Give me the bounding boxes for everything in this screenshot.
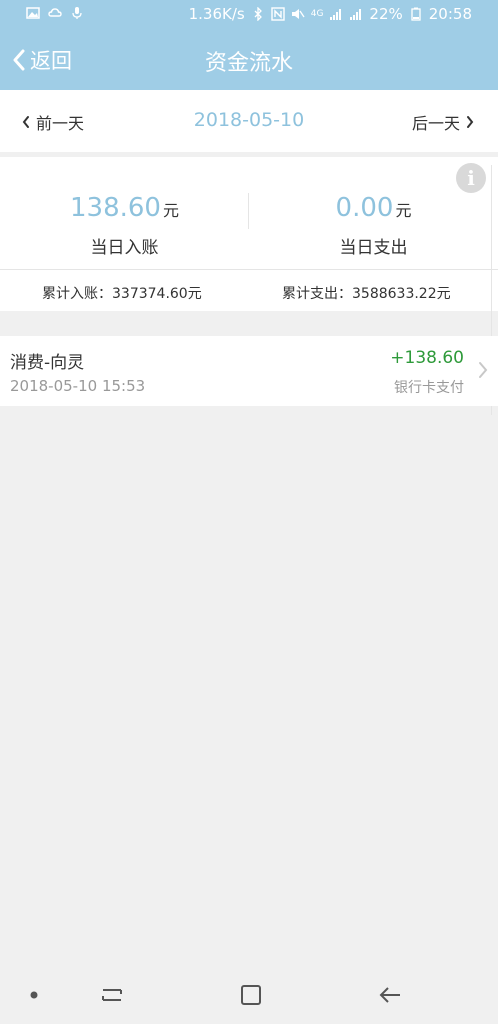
cloud-icon: [48, 8, 62, 17]
back-icon[interactable]: [376, 980, 406, 1010]
expense-label: 当日支出: [339, 238, 408, 258]
income-unit: 元: [162, 201, 179, 220]
signal-icon: [330, 9, 342, 20]
mic-off-icon: [72, 7, 82, 19]
income-label: 当日入账: [90, 238, 159, 258]
total-expense: 累计支出：3588633.22元: [282, 286, 451, 302]
expense-column: 0.00 元 当日支出: [249, 193, 498, 258]
title-bar: 返回 资金流水: [0, 30, 498, 90]
system-nav-bar: [0, 964, 498, 1024]
battery-percent: 22%: [369, 5, 403, 23]
network-type: 4G: [310, 9, 324, 19]
info-icon[interactable]: i: [456, 163, 486, 193]
net-speed: 1.36K/s: [188, 5, 245, 23]
chevron-right-icon: [479, 362, 488, 378]
income-column: 138.60 元 当日入账: [0, 193, 249, 258]
clock: 20:58: [428, 5, 472, 23]
mute-icon: [291, 9, 305, 19]
record-amount: +138.60: [390, 348, 464, 368]
home-icon[interactable]: [236, 980, 266, 1010]
expense-unit: 元: [395, 201, 412, 220]
summary-divider: [0, 269, 498, 270]
record-method: 银行卡支付: [394, 380, 464, 396]
image-icon: [26, 7, 40, 19]
total-income: 累计入账：337374.60元: [42, 286, 202, 302]
record-time: 2018-05-10 15:53: [10, 377, 146, 395]
income-amount: 138.60: [70, 193, 161, 223]
summary-card: i 138.60 元 当日入账 0.00 元 当日支出 累计入账：337374.60…: [0, 157, 498, 415]
expense-amount: 0.00: [335, 193, 394, 223]
status-bar: 1.36K/s 4G 22% 20:58: [0, 0, 498, 30]
dot-icon[interactable]: [19, 980, 49, 1010]
bluetooth-icon: [254, 7, 262, 21]
signal-icon: [350, 9, 362, 20]
page-title: 资金流水: [204, 51, 293, 76]
recent-apps-icon[interactable]: [97, 980, 127, 1010]
nfc-icon: [271, 7, 285, 21]
next-day-button[interactable]: 后一天: [412, 110, 474, 134]
record-title: 消费-向灵: [10, 353, 85, 373]
chevron-right-icon: [467, 116, 474, 128]
battery-icon: [411, 7, 421, 21]
date-nav: 前一天 2018-05-10 后一天: [0, 90, 498, 152]
list-item[interactable]: 消费-向灵 2018-05-10 15:53 +138.60 银行卡支付: [0, 336, 498, 406]
next-day-label: 后一天: [411, 114, 460, 133]
